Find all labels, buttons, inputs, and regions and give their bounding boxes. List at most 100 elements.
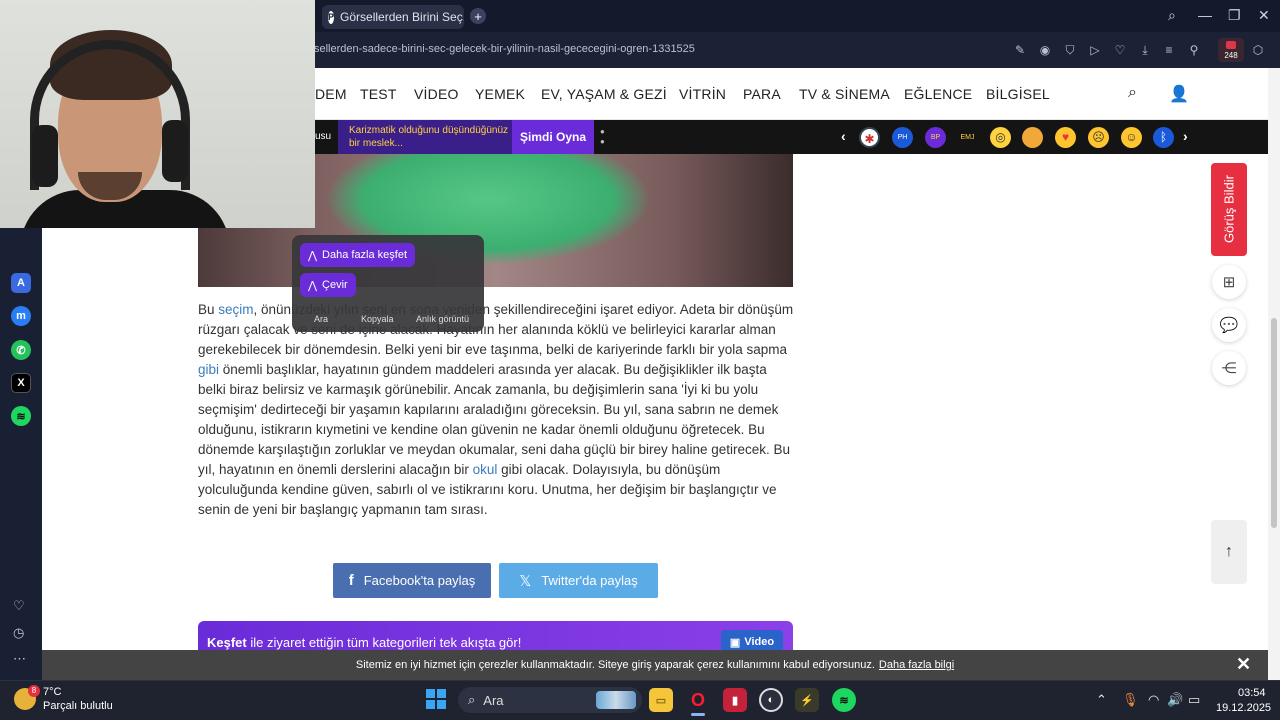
new-tab-button[interactable]: + <box>470 8 486 24</box>
copy-action[interactable]: Kopyala <box>361 314 394 324</box>
scroll-to-top-button[interactable]: ↑ <box>1211 520 1247 584</box>
screenshot-action[interactable]: Anlık görüntü <box>416 314 469 324</box>
bilpop-emoji-icon[interactable]: BP <box>925 127 946 148</box>
promo-label: usu <box>315 131 332 142</box>
comments-icon[interactable]: 💬 <box>1212 308 1246 342</box>
search-icon: ⌕ <box>468 692 476 707</box>
tab-active[interactable]: P Görsellerden Birini Seç, Bi <box>322 5 464 29</box>
share-icon[interactable]: ⋲ <box>1212 351 1246 385</box>
aria-icon: ⋀ <box>308 279 318 292</box>
bookmark-add-icon[interactable]: ⊞ <box>1212 265 1246 299</box>
text-emoji-icon[interactable]: EMJ <box>957 127 978 148</box>
facebook-share-button[interactable]: f Facebook'ta paylaş <box>333 563 491 598</box>
search-action[interactable]: Ara <box>314 314 328 324</box>
article-link-secim[interactable]: seçim <box>218 302 253 317</box>
cube-icon[interactable]: ⬡ <box>1251 43 1265 57</box>
shield-icon[interactable]: ⛉ <box>1063 43 1077 57</box>
media-app-icon[interactable]: ▮ <box>723 688 747 712</box>
cookie-more-link[interactable]: Daha fazla bilgi <box>879 659 954 671</box>
extension-badge[interactable]: 248 <box>1218 38 1244 62</box>
sticky-app-icon[interactable]: ⚡ <box>795 688 819 712</box>
nav-item-video[interactable]: VİDEO <box>414 86 459 102</box>
explore-more-button[interactable]: ⋀ Daha fazla keşfet <box>300 243 416 267</box>
close-icon[interactable]: ✕ <box>1258 7 1270 24</box>
nav-item-vitrin[interactable]: VİTRİN <box>679 86 726 102</box>
chevron-right-icon[interactable]: › <box>1183 128 1188 144</box>
target-emoji-icon[interactable]: ✱ <box>859 127 880 148</box>
cookie-text: Sitemiz en iyi hizmet için çerezler kull… <box>355 659 875 671</box>
opera-icon[interactable]: O <box>686 688 710 712</box>
article-text: Bu <box>198 302 219 317</box>
promo-text[interactable]: Karizmatik olduğunu düşündüğünüz bir mes… <box>338 120 512 154</box>
facebook-icon: f <box>348 572 354 589</box>
taskbar-search[interactable]: ⌕ Ara <box>458 687 642 713</box>
maximize-icon[interactable]: ❐ <box>1228 7 1241 24</box>
file-explorer-icon[interactable]: ▭ <box>649 688 673 712</box>
cookie-banner: Sitemiz en iyi hizmet için çerezler kull… <box>42 650 1268 680</box>
nav-item-eglence[interactable]: EĞLENCE <box>904 86 972 102</box>
nav-item-tv-sinema[interactable]: TV & SİNEMA <box>799 86 890 102</box>
translate-label: Çevir <box>322 279 348 291</box>
wifi-icon[interactable]: ◠ <box>1148 692 1159 708</box>
tray-chevron-up-icon[interactable]: ⌃ <box>1096 692 1107 708</box>
more-icon[interactable]: ⋯ <box>13 651 26 667</box>
url-text[interactable]: sellerden-sadece-birini-sec-gelecek-bir-… <box>314 43 695 55</box>
cookie-emoji-icon[interactable] <box>1022 127 1043 148</box>
scrollbar-thumb[interactable] <box>1271 318 1277 528</box>
carousel-dots[interactable]: ● ● <box>600 127 605 147</box>
pin-icon[interactable]: ⚲ <box>1187 43 1201 57</box>
tab-favicon: P <box>328 10 335 24</box>
headphone-cup-right <box>162 120 188 182</box>
translate-button[interactable]: ⋀ Çevir <box>300 273 356 297</box>
spotify-icon[interactable]: ≋ <box>832 688 856 712</box>
kesfet-text: ile ziyaret ettiğin tüm kategorileri tek… <box>246 635 522 650</box>
play-icon[interactable]: ▷ <box>1088 43 1102 57</box>
nav-item-test[interactable]: TEST <box>360 86 397 102</box>
aria-icon[interactable]: A <box>11 273 31 293</box>
search-icon[interactable]: ⌕ <box>1168 7 1176 24</box>
microphone-icon[interactable]: 🎙 <box>1122 692 1139 708</box>
nav-item-ev-yasam[interactable]: EV, YAŞAM & GEZİ <box>541 86 667 102</box>
x-icon[interactable]: X <box>11 373 31 393</box>
clock-date[interactable]: 19.12.2025 <box>1216 702 1271 714</box>
history-icon[interactable]: ◷ <box>13 625 24 641</box>
nav-item-yemek[interactable]: YEMEK <box>475 86 525 102</box>
chevron-left-icon[interactable]: ‹ <box>841 128 846 144</box>
cookie-close-icon[interactable]: ✕ <box>1236 654 1251 675</box>
article-link-okul[interactable]: okul <box>473 462 498 477</box>
user-icon[interactable]: 👤 <box>1169 84 1189 104</box>
love-emoji-icon[interactable]: ♥ <box>1055 127 1076 148</box>
nav-item-dem[interactable]: DEM <box>315 86 347 102</box>
heart-icon[interactable]: ♡ <box>13 598 25 614</box>
camera-icon[interactable]: ◉ <box>1038 43 1052 57</box>
twitter-share-button[interactable]: 𝕏 Twitter'da paylaş <box>499 563 658 598</box>
menu-icon[interactable]: ≡ <box>1162 43 1176 57</box>
volume-icon[interactable]: 🔊 <box>1167 692 1183 708</box>
battery-icon[interactable]: ▭ <box>1188 692 1200 708</box>
messenger-icon[interactable]: m <box>11 306 31 326</box>
download-icon[interactable]: ⤓ <box>1138 43 1152 57</box>
philips-emoji-icon[interactable]: PH <box>892 127 913 148</box>
sad-emoji-icon[interactable]: ☹ <box>1088 127 1109 148</box>
edit-icon[interactable]: ✎ <box>1013 43 1027 57</box>
search-icon[interactable]: ⌕ <box>1128 84 1137 102</box>
spotify-icon[interactable]: ≋ <box>11 406 31 426</box>
minimize-icon[interactable]: — <box>1198 7 1212 23</box>
whatsapp-icon[interactable]: ✆ <box>11 340 31 360</box>
article-link-gibi[interactable]: gibi <box>198 362 219 377</box>
feedback-button[interactable]: Görüş Bildir <box>1211 163 1247 256</box>
nav-item-para[interactable]: PARA <box>743 86 781 102</box>
play-now-button[interactable]: Şimdi Oyna <box>512 120 594 154</box>
obs-icon[interactable]: ◐ <box>759 688 783 712</box>
smile-emoji-icon[interactable]: ☺ <box>1121 127 1142 148</box>
bluetooth-emoji-icon[interactable]: ᛒ <box>1153 127 1174 148</box>
weather-description[interactable]: Parçalı bulutlu <box>43 700 113 712</box>
weather-temperature[interactable]: 7°C <box>43 686 61 698</box>
clock-time[interactable]: 03:54 <box>1238 687 1266 699</box>
glasses-emoji-icon[interactable]: ◎ <box>990 127 1011 148</box>
windows-start-icon[interactable] <box>426 689 446 709</box>
explore-more-label: Daha fazla keşfet <box>322 249 408 261</box>
nav-item-bilgisel[interactable]: BİLGİSEL <box>986 86 1050 102</box>
taskbar-search-placeholder: Ara <box>483 692 504 708</box>
heart-icon[interactable]: ♡ <box>1113 43 1127 57</box>
